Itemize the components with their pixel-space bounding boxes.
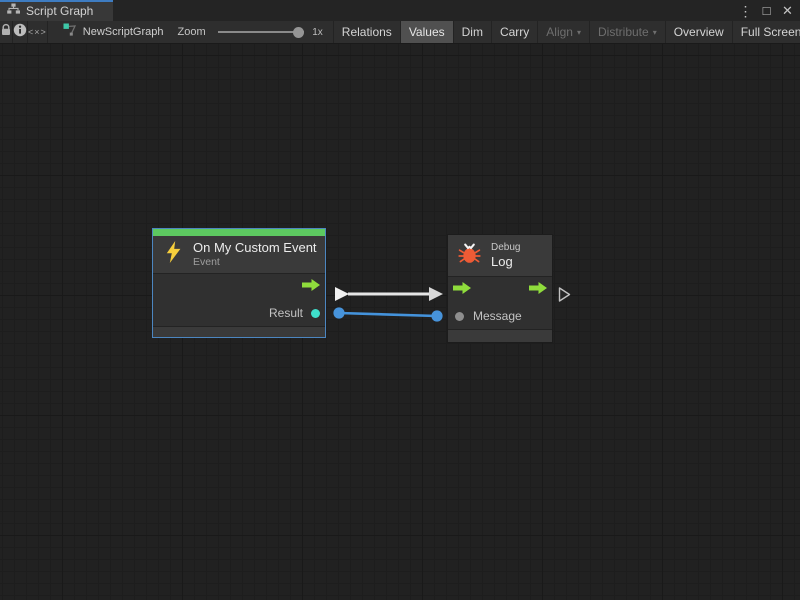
distribute-label: Distribute xyxy=(598,25,649,39)
node-footer xyxy=(448,329,552,342)
toolbar-buttons: Relations Values Dim Carry Align ▾ Distr… xyxy=(334,21,800,43)
carry-button[interactable]: Carry xyxy=(492,21,538,43)
zoom-slider[interactable] xyxy=(218,26,305,38)
relations-label: Relations xyxy=(342,25,392,39)
zoom-value: 1x xyxy=(312,27,323,38)
relations-button[interactable]: Relations xyxy=(334,21,401,43)
port-row xyxy=(153,274,325,300)
port-row: Message xyxy=(448,303,552,329)
info-button[interactable] xyxy=(13,21,28,43)
carry-label: Carry xyxy=(500,25,529,39)
graph-name[interactable]: NewScriptGraph xyxy=(83,26,164,38)
port-label-message: Message xyxy=(473,309,522,323)
values-label: Values xyxy=(409,25,445,39)
control-input-port[interactable] xyxy=(453,281,471,299)
value-input-port[interactable] xyxy=(455,312,464,321)
node-title: On My Custom Event xyxy=(193,240,317,256)
script-graph-window: Script Graph ⋮ □ ✕ xyxy=(0,0,800,600)
value-wire[interactable] xyxy=(333,307,442,321)
node-header[interactable]: Debug Log xyxy=(448,235,552,277)
port-label-result: Result xyxy=(269,306,303,320)
node-subtitle: Event xyxy=(193,256,317,269)
zoom-slider-handle[interactable] xyxy=(293,27,304,38)
code-icon: <×> xyxy=(28,27,47,37)
values-button[interactable]: Values xyxy=(401,21,454,43)
info-icon xyxy=(13,23,27,42)
control-output-port[interactable] xyxy=(529,281,547,299)
graph-breadcrumb-section: NewScriptGraph Zoom 1x xyxy=(48,21,334,43)
align-button[interactable]: Align ▾ xyxy=(538,21,590,43)
value-output-port[interactable] xyxy=(311,309,320,318)
overview-button[interactable]: Overview xyxy=(666,21,733,43)
graph-asset-icon xyxy=(63,23,77,41)
align-label: Align xyxy=(546,25,573,39)
bug-icon xyxy=(458,242,481,270)
zoom-slider-track xyxy=(218,31,305,33)
tab-script-graph[interactable]: Script Graph xyxy=(0,0,113,21)
node-debug-log[interactable]: Debug Log xyxy=(447,234,553,343)
node-body: Message xyxy=(448,277,552,329)
fullscreen-button[interactable]: Full Screen xyxy=(733,21,800,43)
node-body: Result xyxy=(153,274,325,326)
code-preview-button[interactable]: <×> xyxy=(28,21,48,43)
close-icon[interactable]: ✕ xyxy=(779,2,796,20)
port-row: Result xyxy=(153,300,325,326)
window-menu-icon[interactable]: ⋮ xyxy=(737,2,754,20)
fullscreen-label: Full Screen xyxy=(741,25,800,39)
node-footer xyxy=(153,326,325,337)
node-group-label: Debug xyxy=(491,241,520,254)
lock-button[interactable] xyxy=(0,21,13,43)
distribute-button[interactable]: Distribute ▾ xyxy=(590,21,666,43)
dim-button[interactable]: Dim xyxy=(454,21,492,43)
lock-icon xyxy=(0,23,12,41)
event-accent-bar xyxy=(153,229,325,236)
dim-label: Dim xyxy=(462,25,483,39)
chevron-down-icon: ▾ xyxy=(577,27,581,37)
graph-canvas[interactable]: On My Custom Event Event Result xyxy=(0,44,800,600)
lightning-bolt-icon xyxy=(165,241,182,268)
port-row xyxy=(448,277,552,303)
unconnected-port-triangle-icon[interactable] xyxy=(560,288,570,301)
tab-title: Script Graph xyxy=(26,3,93,18)
overview-label: Overview xyxy=(674,25,724,39)
maximize-icon[interactable]: □ xyxy=(758,2,775,20)
node-title: Log xyxy=(491,254,520,270)
graph-toolbar: <×> NewScriptGraph Zoom 1x Relations xyxy=(0,21,800,44)
connection-layer xyxy=(0,44,800,600)
chevron-down-icon: ▾ xyxy=(653,27,657,37)
control-output-port[interactable] xyxy=(302,278,320,296)
node-on-my-custom-event[interactable]: On My Custom Event Event Result xyxy=(152,228,326,338)
window-controls: ⋮ □ ✕ xyxy=(737,0,800,21)
zoom-label: Zoom xyxy=(177,26,205,38)
script-graph-icon xyxy=(7,2,20,20)
control-wire[interactable] xyxy=(335,287,443,301)
node-header[interactable]: On My Custom Event Event xyxy=(153,236,325,274)
tab-bar: Script Graph ⋮ □ ✕ xyxy=(0,0,800,21)
